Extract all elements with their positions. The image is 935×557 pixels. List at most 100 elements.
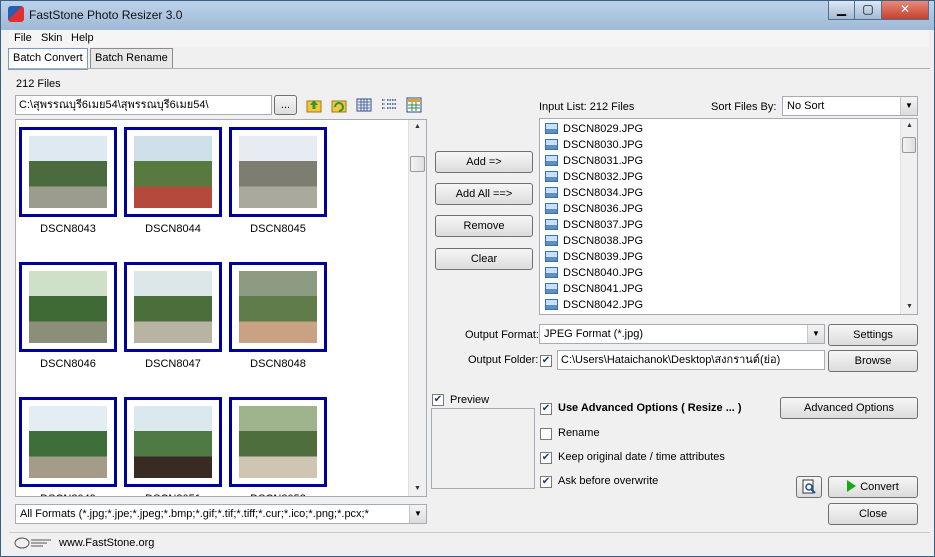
list-item[interactable]: DSCN8034.JPG	[545, 185, 643, 201]
details-view-icon[interactable]	[381, 97, 397, 113]
large-thumbs-icon[interactable]	[356, 97, 372, 113]
scroll-down-arrow-icon[interactable]: ▼	[901, 300, 917, 314]
faststone-logo-icon	[14, 537, 51, 549]
list-item[interactable]: DSCN8036.JPG	[545, 201, 643, 217]
path-field[interactable]: C:\สุพรรณบุรี6เมย54\สุพรรณบุรี6เมย54\	[15, 95, 272, 115]
add-button[interactable]: Add =>	[435, 151, 533, 173]
thumbnail-label: DSCN8044	[145, 223, 201, 235]
output-format-select[interactable]: JPEG Format (*.jpg) ▼	[539, 324, 825, 344]
image-file-icon	[545, 123, 558, 134]
folder-up-icon[interactable]	[306, 97, 322, 113]
thumbnail[interactable]	[124, 127, 222, 217]
thumbnail-label: DSCN8043	[40, 223, 96, 235]
option-checkbox[interactable]: ✔	[540, 403, 552, 415]
tab-batch-rename[interactable]: Batch Rename	[90, 48, 173, 69]
list-item-label: DSCN8039.JPG	[563, 251, 644, 263]
list-item[interactable]: DSCN8029.JPG	[545, 121, 643, 137]
thumbnail-label: DSCN8046	[40, 358, 96, 370]
scroll-up-arrow-icon[interactable]: ▲	[901, 119, 917, 133]
close-button[interactable]: Close	[828, 503, 918, 525]
image-file-icon	[545, 299, 558, 310]
app-logo-icon	[8, 6, 24, 22]
list-item[interactable]: DSCN8041.JPG	[545, 281, 643, 297]
minimize-button[interactable]: ▁	[828, 1, 855, 20]
input-file-list[interactable]: ▲ ▼ DSCN8029.JPG DSCN8030.JPG DSCN8031.JPG…	[539, 118, 918, 315]
preview-checkbox[interactable]: ✔	[432, 394, 444, 406]
preview-zoom-button[interactable]	[796, 476, 822, 498]
thumbnail[interactable]	[124, 397, 222, 487]
convert-button[interactable]: Convert	[828, 476, 918, 498]
website-link[interactable]: www.FastStone.org	[59, 537, 154, 549]
thumbnail-label: DSCN8052	[229, 493, 327, 496]
sort-files-label: Sort Files By:	[711, 101, 777, 113]
menu-bar: File Skin Help	[9, 30, 929, 47]
list-item[interactable]: DSCN8031.JPG	[545, 153, 643, 169]
list-item-label: DSCN8029.JPG	[563, 123, 644, 135]
refresh-icon[interactable]	[331, 97, 347, 113]
clear-button[interactable]: Clear	[435, 248, 533, 270]
list-item-label: DSCN8037.JPG	[563, 219, 644, 231]
menu-help[interactable]: Help	[71, 32, 94, 44]
list-item[interactable]: DSCN8042.JPG	[545, 297, 643, 313]
tab-batch-convert[interactable]: Batch Convert	[8, 48, 88, 70]
chevron-down-icon[interactable]: ▼	[900, 97, 917, 115]
browse-path-button[interactable]: ...	[274, 95, 297, 115]
thumbnail[interactable]	[19, 397, 117, 487]
option-checkbox[interactable]: ✔	[540, 452, 552, 464]
list-item[interactable]: DSCN8039.JPG	[545, 249, 643, 265]
sort-files-value: No Sort	[787, 100, 825, 112]
thumbs-scrollbar[interactable]: ▲ ▼	[408, 120, 426, 496]
advanced-options-button[interactable]: Advanced Options	[780, 397, 918, 419]
thumbnail-browser[interactable]: ▲ ▼ DSCN8043 DSCN8044 DSCN8045 DSCN8046 DSCN…	[15, 119, 427, 497]
chevron-down-icon[interactable]: ▼	[807, 325, 824, 343]
scroll-up-arrow-icon[interactable]: ▲	[409, 120, 426, 134]
option-checkbox[interactable]: ✔	[540, 476, 552, 488]
file-count: 212 Files	[16, 78, 61, 90]
menu-file[interactable]: File	[14, 32, 32, 44]
list-item[interactable]: DSCN8037.JPG	[545, 217, 643, 233]
output-folder-label: Output Folder:	[468, 354, 539, 366]
convert-label: Convert	[860, 481, 899, 493]
thumbnail[interactable]	[19, 262, 117, 352]
preview-label: Preview	[450, 394, 490, 406]
add-all-button[interactable]: Add All ==>	[435, 183, 533, 205]
chevron-down-icon[interactable]: ▼	[409, 505, 426, 523]
output-folder-checkbox[interactable]: ✔	[540, 355, 552, 367]
thumbnail[interactable]	[124, 262, 222, 352]
list-scroll-thumb[interactable]	[902, 137, 916, 153]
close-window-button[interactable]: ✕	[881, 1, 929, 20]
list-item-label: DSCN8036.JPG	[563, 203, 644, 215]
sort-files-select[interactable]: No Sort ▼	[782, 96, 918, 116]
thumbnail[interactable]	[229, 262, 327, 352]
image-file-icon	[545, 187, 558, 198]
thumbnail[interactable]	[19, 127, 117, 217]
thumbnail-label: DSCN8047	[145, 358, 201, 370]
option-label: Use Advanced Options ( Resize ... )	[558, 402, 742, 414]
list-item-label: DSCN8042.JPG	[563, 299, 644, 311]
list-item[interactable]: DSCN8040.JPG	[545, 265, 643, 281]
option-checkbox[interactable]	[540, 428, 552, 440]
image-file-icon	[545, 155, 558, 166]
option-label: Rename	[558, 427, 600, 439]
image-file-icon	[545, 219, 558, 230]
grid-view-icon[interactable]	[406, 97, 422, 113]
thumbnail[interactable]	[229, 127, 327, 217]
title-bar[interactable]: FastStone Photo Resizer 3.0 ▁ ▢ ✕	[1, 1, 934, 30]
list-scrollbar[interactable]: ▲ ▼	[900, 119, 917, 314]
file-format-filter[interactable]: All Formats (*.jpg;*.jpe;*.jpeg;*.bmp;*.…	[15, 504, 427, 524]
maximize-button[interactable]: ▢	[854, 1, 882, 20]
list-item[interactable]: DSCN8038.JPG	[545, 233, 643, 249]
thumbs-scroll-thumb[interactable]	[410, 156, 425, 172]
preview-box	[431, 408, 535, 489]
list-item[interactable]: DSCN8032.JPG	[545, 169, 643, 185]
remove-button[interactable]: Remove	[435, 215, 533, 237]
thumbnail[interactable]	[229, 397, 327, 487]
output-folder-field[interactable]: C:\Users\Hataichanok\Desktop\สงกรานต์(ย่…	[557, 350, 825, 370]
scroll-down-arrow-icon[interactable]: ▼	[409, 482, 426, 496]
settings-button[interactable]: Settings	[828, 324, 918, 346]
option-label: Ask before overwrite	[558, 475, 659, 487]
browse-button[interactable]: Browse	[828, 350, 918, 372]
list-item[interactable]: DSCN8030.JPG	[545, 137, 643, 153]
list-item-label: DSCN8034.JPG	[563, 187, 644, 199]
menu-skin[interactable]: Skin	[41, 32, 62, 44]
